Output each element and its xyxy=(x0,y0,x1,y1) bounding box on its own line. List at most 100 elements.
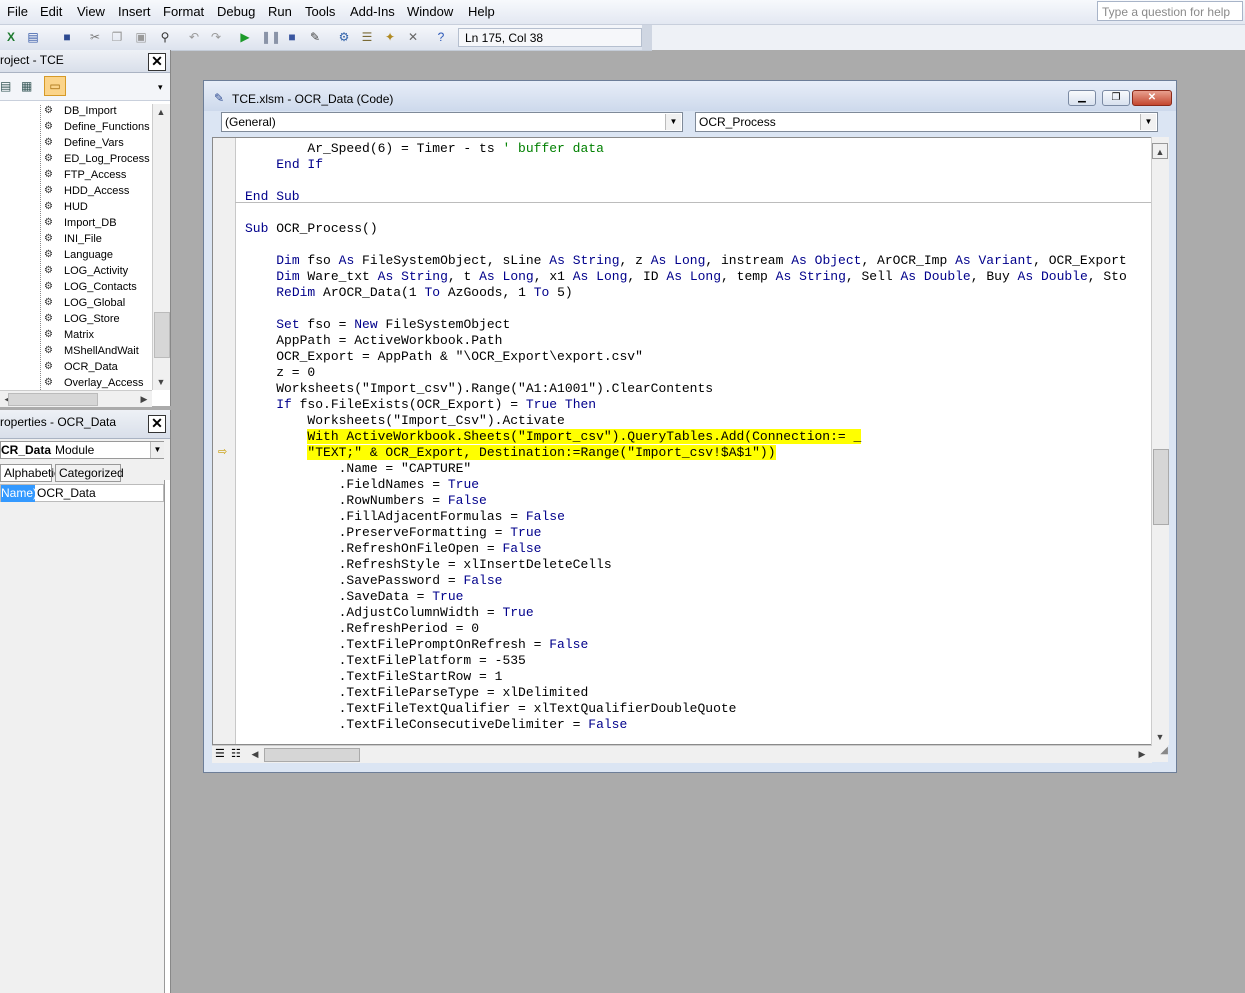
paste-icon[interactable]: ▣ xyxy=(133,29,149,45)
menu-view[interactable]: View xyxy=(77,4,105,19)
tree-item[interactable]: ⚙ Language xyxy=(44,249,113,265)
margin-indicator-bar[interactable]: ⇨ xyxy=(213,138,236,744)
tree-item[interactable]: ⚙ Define_Functions xyxy=(44,121,150,137)
redo-icon[interactable]: ↷ xyxy=(208,29,224,45)
scroll-right-icon[interactable]: ▶ xyxy=(136,391,152,407)
run-icon[interactable]: ▶ xyxy=(237,29,253,45)
project-tree-vscrollbar[interactable]: ▲ ▼ xyxy=(152,104,170,390)
code-text[interactable]: Ar_Speed(6) = Timer - ts ' buffer data E… xyxy=(245,141,1127,733)
code-editor[interactable]: ⇨ Ar_Speed(6) = Timer - ts ' buffer data… xyxy=(212,137,1152,745)
tree-item[interactable]: ⚙ FTP_Access xyxy=(44,169,126,185)
menu-help[interactable]: Help xyxy=(468,4,495,19)
code-token: False xyxy=(588,717,628,732)
design-mode-icon[interactable]: ✎ xyxy=(307,29,323,45)
scroll-down-icon[interactable]: ▼ xyxy=(1152,729,1168,745)
object-browser-icon[interactable]: ✦ xyxy=(382,29,398,45)
code-window-titlebar[interactable]: ✎ TCE.xlsm - OCR_Data (Code) ▁ ❐ ✕ xyxy=(204,81,1176,111)
code-vscrollbar[interactable]: ▲ ▼ xyxy=(1151,137,1169,745)
scroll-down-icon[interactable]: ▼ xyxy=(153,374,169,390)
project-explorer-icon[interactable]: ⚙ xyxy=(336,29,352,45)
tree-item[interactable]: ⚙ ED_Log_Process xyxy=(44,153,150,169)
code-token: ' buffer data xyxy=(502,141,604,156)
scroll-left-icon[interactable]: ◀ xyxy=(247,746,263,762)
full-module-view-icon[interactable]: ☷ xyxy=(231,747,241,760)
menu-edit[interactable]: Edit xyxy=(40,4,62,19)
find-icon[interactable]: ⚲ xyxy=(157,29,173,45)
tree-item[interactable]: ⚙ HUD xyxy=(44,201,88,217)
menu-window[interactable]: Window xyxy=(407,4,453,19)
tree-item[interactable]: ⚙ DB_Import xyxy=(44,105,117,121)
minimize-icon[interactable]: ▁ xyxy=(1068,90,1096,106)
tree-item[interactable]: ⚙ LOG_Global xyxy=(44,297,125,313)
chevron-down-icon[interactable]: ▼ xyxy=(1140,114,1156,130)
scroll-thumb[interactable] xyxy=(8,393,98,406)
view-code-icon[interactable]: ▤ xyxy=(0,79,14,93)
properties-header: roperties - OCR_Data ✕ xyxy=(0,410,170,439)
help-icon[interactable]: ? xyxy=(433,29,449,45)
break-icon[interactable]: ❚❚ xyxy=(261,29,281,45)
cut-icon[interactable]: ✂ xyxy=(87,29,103,45)
tree-item[interactable]: ⚙ MShellAndWait xyxy=(44,345,139,361)
view-object-icon[interactable]: ▦ xyxy=(21,79,35,93)
scroll-right-icon[interactable]: ▶ xyxy=(1134,746,1150,762)
menu-insert[interactable]: Insert xyxy=(118,4,151,19)
resize-grip-icon[interactable]: ◢ xyxy=(1152,745,1168,762)
tree-item[interactable]: ⚙ INI_File xyxy=(44,233,102,249)
scroll-up-icon[interactable]: ▲ xyxy=(153,104,169,120)
menu-add-ins[interactable]: Add-Ins xyxy=(350,4,395,19)
tree-item-label: Matrix xyxy=(64,329,94,341)
object-combo[interactable]: (General) ▼ xyxy=(221,112,683,132)
menu-tools[interactable]: Tools xyxy=(305,4,335,19)
save-icon[interactable]: ■ xyxy=(59,29,75,45)
close-icon[interactable]: ✕ xyxy=(148,415,166,433)
properties-icon[interactable]: ☰ xyxy=(359,29,375,45)
tab-alphabetic[interactable]: Alphabetic xyxy=(0,464,60,482)
copy-icon[interactable]: ❐ xyxy=(109,29,125,45)
menu-format[interactable]: Format xyxy=(163,4,204,19)
tree-item[interactable]: ⚙ Define_Vars xyxy=(44,137,124,153)
module-icon: ⚙ xyxy=(44,153,53,165)
chevron-down-icon[interactable]: ▼ xyxy=(665,114,681,130)
menu-debug[interactable]: Debug xyxy=(217,4,255,19)
tree-item[interactable]: ⚙ LOG_Store xyxy=(44,313,120,329)
tree-item[interactable]: ⚙ OCR_Data xyxy=(44,361,118,377)
toggle-folders-icon[interactable]: ▭ xyxy=(44,76,66,96)
menu-run[interactable]: Run xyxy=(268,4,292,19)
toolbox-icon[interactable]: ✕ xyxy=(405,29,421,45)
chevron-down-icon[interactable]: ▼ xyxy=(150,442,164,458)
menu-file[interactable]: File xyxy=(7,4,28,19)
scroll-thumb[interactable] xyxy=(1153,449,1169,525)
scroll-thumb[interactable] xyxy=(264,748,360,762)
project-tree-hscrollbar[interactable]: ◀ ▶ xyxy=(0,390,152,407)
tree-item[interactable]: ⚙ HDD_Access xyxy=(44,185,129,201)
chevron-down-icon[interactable]: ▾ xyxy=(158,82,163,93)
scroll-thumb[interactable] xyxy=(154,312,170,358)
object-selector[interactable]: CR_Data Module ▼ xyxy=(0,441,164,459)
tree-item[interactable]: ⚙ Matrix xyxy=(44,329,94,345)
property-row[interactable]: Name) OCR_Data xyxy=(0,484,164,502)
code-line: .TextFilePlatform = -535 xyxy=(245,653,1127,669)
procedure-combo[interactable]: OCR_Process ▼ xyxy=(695,112,1158,132)
excel-icon[interactable]: X xyxy=(3,29,19,45)
code-hscrollbar[interactable]: ☰ ☷ ◀ ▶ xyxy=(212,745,1152,763)
undo-icon[interactable]: ↶ xyxy=(186,29,202,45)
code-token: .SavePassword = xyxy=(245,573,464,588)
ask-question-input[interactable]: Type a question for help xyxy=(1097,1,1243,21)
insert-userform-icon[interactable]: ▤ xyxy=(25,29,41,45)
tree-item[interactable]: ⚙ Import_DB xyxy=(44,217,117,233)
property-value[interactable]: OCR_Data xyxy=(37,486,96,500)
tree-item[interactable]: ⚙ Overlay_Access xyxy=(44,377,143,390)
reset-icon[interactable]: ■ xyxy=(284,29,300,45)
tab-categorized[interactable]: Categorized xyxy=(55,464,124,482)
tree-item[interactable]: ⚙ LOG_Activity xyxy=(44,265,128,281)
toolbar-options-chevron[interactable] xyxy=(642,25,652,50)
tree-item[interactable]: ⚙ LOG_Contacts xyxy=(44,281,137,297)
code-token: String xyxy=(799,269,846,284)
code-token: False xyxy=(525,509,565,524)
scroll-up-icon[interactable]: ▲ xyxy=(1152,143,1168,159)
restore-icon[interactable]: ❐ xyxy=(1102,90,1130,106)
close-icon[interactable]: ✕ xyxy=(148,53,166,71)
close-icon[interactable]: ✕ xyxy=(1132,90,1172,106)
procedure-view-icon[interactable]: ☰ xyxy=(215,747,225,760)
